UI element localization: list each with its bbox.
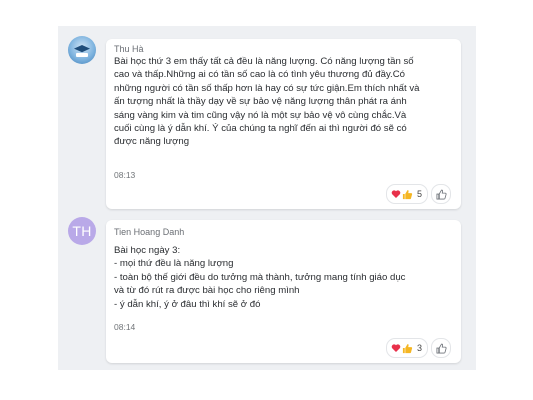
like-button[interactable] <box>431 338 451 358</box>
heart-icon <box>391 189 401 199</box>
message-bubble: Bài học thứ 3 em thấy tất cả đều là năng… <box>106 39 461 209</box>
book-icon <box>76 53 88 57</box>
message-text: Bài học thứ 3 em thấy tất cả đều là năng… <box>114 56 420 148</box>
thumbs-up-outline-icon <box>436 343 447 353</box>
avatar[interactable]: TH <box>68 217 96 245</box>
thumbs-up-outline-icon <box>436 189 447 199</box>
like-button[interactable] <box>431 184 451 204</box>
reaction-summary[interactable]: 3 <box>386 338 429 358</box>
message-bubble: Bài học ngày 3: - mọi thứ đều là năng lư… <box>106 220 461 363</box>
reaction-count: 3 <box>417 343 423 353</box>
avatar[interactable] <box>68 36 96 64</box>
heart-icon <box>391 343 401 353</box>
reaction-summary[interactable]: 5 <box>386 184 429 204</box>
thumbs-up-icon <box>402 189 413 200</box>
author-name: Tien Hoang Danh <box>114 227 185 237</box>
message-time: 08:14 <box>114 322 136 332</box>
message-time: 08:13 <box>114 170 136 180</box>
thumbs-up-icon <box>402 343 413 354</box>
reaction-count: 5 <box>417 189 423 199</box>
author-name: Thu Hà <box>114 44 144 54</box>
message-text: Bài học ngày 3: - mọi thứ đều là năng lư… <box>114 245 406 310</box>
